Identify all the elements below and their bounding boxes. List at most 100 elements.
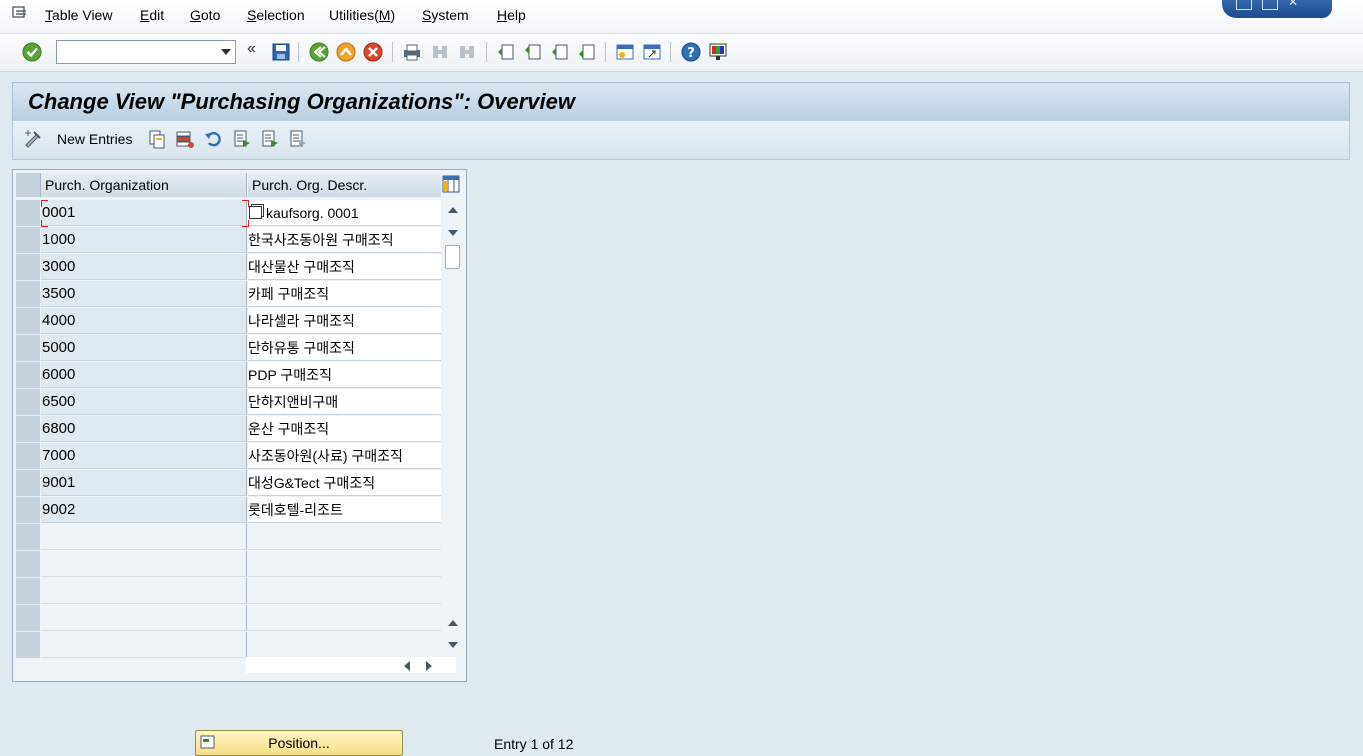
purch-org-cell[interactable]: 1000 <box>41 227 247 253</box>
undo-change-icon[interactable] <box>203 129 223 149</box>
purch-org-cell[interactable]: 3500 <box>41 281 247 307</box>
find-icon[interactable] <box>430 42 450 62</box>
scroll-down-icon[interactable] <box>448 230 458 236</box>
column-header-purch-org-descr[interactable]: Purch. Org. Descr. <box>248 173 441 197</box>
purch-org-descr-cell[interactable]: 롯데호텔-리조트 <box>248 497 441 523</box>
back-icon[interactable] <box>309 42 329 62</box>
scroll-page-up-icon[interactable] <box>448 620 458 626</box>
row-selector[interactable] <box>16 389 40 416</box>
select-all-rows-cell[interactable] <box>16 173 41 197</box>
row-selector[interactable] <box>16 200 40 227</box>
row-selector[interactable] <box>16 470 40 497</box>
row-selector[interactable] <box>16 632 40 659</box>
row-selector[interactable] <box>16 551 40 578</box>
column-settings-icon[interactable] <box>442 175 460 193</box>
purch-org-descr-cell[interactable]: 대성G&Tect 구매조직 <box>248 470 441 496</box>
row-selector[interactable] <box>16 605 40 632</box>
close-icon[interactable]: ✕ <box>1288 0 1302 8</box>
select-block-icon[interactable] <box>260 129 280 149</box>
purch-org-descr-cell[interactable]: 단하유통 구매조직 <box>248 335 441 361</box>
row-selector[interactable] <box>16 227 40 254</box>
scroll-left-icon[interactable] <box>404 661 410 671</box>
scroll-up-icon[interactable] <box>448 207 458 213</box>
position-label: Position... <box>268 735 330 751</box>
last-page-icon[interactable] <box>577 42 597 62</box>
double-chevron-left-icon[interactable]: « <box>247 40 256 58</box>
row-selector[interactable] <box>16 416 40 443</box>
purch-org-descr-cell[interactable]: PDP 구매조직 <box>248 362 441 388</box>
purch-org-cell[interactable]: 4000 <box>41 308 247 334</box>
purch-org-descr-cell[interactable] <box>248 524 441 550</box>
new-entries-button[interactable]: New Entries <box>57 131 132 147</box>
print-icon[interactable] <box>402 42 422 62</box>
generate-shortcut-icon[interactable] <box>642 42 662 62</box>
purch-org-cell[interactable]: 6800 <box>41 416 247 442</box>
purch-org-descr-cell[interactable]: 나라셀라 구매조직 <box>248 308 441 334</box>
chevron-down-icon[interactable] <box>221 49 231 55</box>
purch-org-cell[interactable]: 6000 <box>41 362 247 388</box>
purch-org-descr-cell[interactable] <box>248 551 441 577</box>
menu-help[interactable]: Help <box>497 7 526 23</box>
purch-org-descr-cell[interactable]: 카페 구매조직 <box>248 281 441 307</box>
row-selector[interactable] <box>16 443 40 470</box>
create-session-icon[interactable] <box>615 42 635 62</box>
find-next-icon[interactable] <box>457 42 477 62</box>
purch-org-cell[interactable]: 7000 <box>41 443 247 469</box>
row-selector[interactable] <box>16 362 40 389</box>
system-menu-icon[interactable] <box>12 6 28 20</box>
purch-org-cell[interactable]: 5000 <box>41 335 247 361</box>
purch-org-descr-cell[interactable]: 운산 구매조직 <box>248 416 441 442</box>
horizontal-scrollbar[interactable] <box>246 657 456 673</box>
copy-as-icon[interactable] <box>147 129 167 149</box>
row-selector[interactable] <box>16 254 40 281</box>
purch-org-descr-cell[interactable]: 단하지앤비구매 <box>248 389 441 415</box>
enter-icon[interactable] <box>22 42 42 62</box>
menu-selection[interactable]: Selection <box>247 7 305 23</box>
scroll-right-icon[interactable] <box>426 661 432 671</box>
purch-org-descr-cell[interactable]: 사조동아원(사료) 구매조직 <box>248 443 441 469</box>
previous-page-icon[interactable] <box>523 42 543 62</box>
first-page-icon[interactable] <box>496 42 516 62</box>
maximize-icon[interactable] <box>1262 0 1278 10</box>
menu-utilities-m[interactable]: Utilities(M) <box>329 7 395 23</box>
purch-org-cell[interactable]: 9002 <box>41 497 247 523</box>
copy-icon[interactable] <box>249 206 262 219</box>
row-selector[interactable] <box>16 578 40 605</box>
minimize-icon[interactable] <box>1236 0 1252 10</box>
display-change-icon[interactable] <box>23 129 43 149</box>
select-all-icon[interactable] <box>232 129 252 149</box>
scroll-page-down-icon[interactable] <box>448 642 458 648</box>
purch-org-cell[interactable]: 6500 <box>41 389 247 415</box>
purch-org-descr-cell[interactable] <box>248 578 441 604</box>
purch-org-descr-cell[interactable]: 한국사조동아원 구매조직 <box>248 227 441 253</box>
exit-icon[interactable] <box>336 42 356 62</box>
purch-org-cell[interactable]: 3000 <box>41 254 247 280</box>
scroll-thumb[interactable] <box>445 245 460 269</box>
purch-org-cell[interactable]: 0001 <box>41 200 247 226</box>
cancel-icon[interactable] <box>363 42 383 62</box>
row-selector[interactable] <box>16 335 40 362</box>
row-selector[interactable] <box>16 497 40 524</box>
delete-icon[interactable] <box>175 129 195 149</box>
row-selector[interactable] <box>16 281 40 308</box>
menu-goto[interactable]: Goto <box>190 7 220 23</box>
purch-org-descr-cell[interactable]: kaufsorg. 0001 <box>248 200 441 226</box>
purch-org-descr-cell[interactable] <box>248 632 441 658</box>
save-icon[interactable] <box>271 42 291 62</box>
purch-org-descr-cell[interactable]: 대산물산 구매조직 <box>248 254 441 280</box>
row-selector[interactable] <box>16 308 40 335</box>
next-page-icon[interactable] <box>550 42 570 62</box>
menu-table-view[interactable]: Table View <box>45 7 112 23</box>
deselect-all-icon[interactable] <box>288 129 308 149</box>
menu-edit[interactable]: Edit <box>140 7 164 23</box>
purch-org-descr-cell[interactable] <box>248 605 441 631</box>
menu-system[interactable]: System <box>422 7 469 23</box>
purch-org-cell[interactable]: 9001 <box>41 470 247 496</box>
vertical-scrollbar[interactable] <box>443 200 461 653</box>
column-header-purch-organization[interactable]: Purch. Organization <box>41 173 247 197</box>
position-button[interactable]: Position... <box>195 730 403 756</box>
command-field[interactable] <box>56 40 236 64</box>
row-selector[interactable] <box>16 524 40 551</box>
help-icon[interactable]: ? <box>681 42 701 62</box>
customize-layout-icon[interactable] <box>708 42 728 62</box>
